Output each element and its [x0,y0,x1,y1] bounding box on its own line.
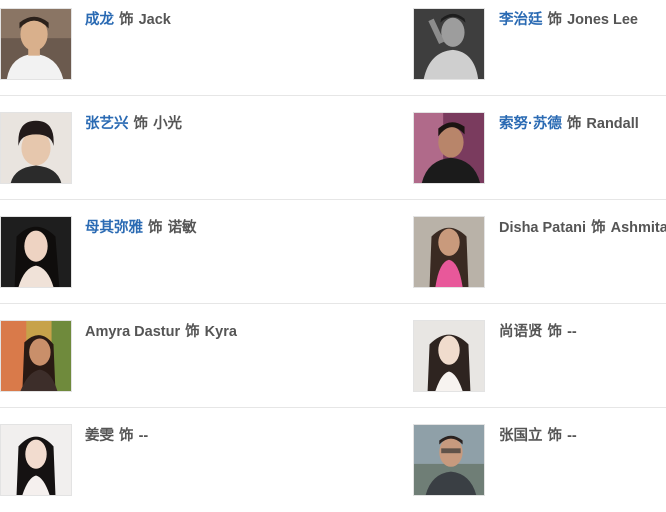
actor-portrait-icon[interactable] [413,216,485,288]
role-name: -- [567,324,577,340]
role-name: Jack [138,12,171,28]
role-connector: 饰 [547,12,563,28]
actor-portrait-icon[interactable] [413,320,485,392]
actor-portrait-icon[interactable] [413,424,485,496]
role-connector: 饰 [133,116,149,132]
actor-name: Amyra Dastur [85,324,181,340]
cast-row: 姜雯 饰 -- 张国立 饰 -- [0,408,666,512]
actor-name: Disha Patani [499,220,587,236]
cast-row: 张艺兴 饰 小光 索努·苏德 饰 Randall [0,96,666,200]
cast-item: 张国立 饰 -- [413,424,666,498]
actor-name: 张国立 [499,428,543,444]
actor-name-link[interactable]: 母其弥雅 [85,220,143,236]
cast-item: 母其弥雅 饰 诺敏 [0,216,400,290]
actor-portrait-icon[interactable] [0,8,72,80]
role-connector: 饰 [148,220,163,236]
cast-info: 索努·苏德 饰 Randall [499,114,639,134]
cast-list: 成龙 饰 Jack 李治廷 饰 Jones Lee 张艺兴 饰 小光 索努·苏德… [0,0,666,500]
cast-info: 姜雯 饰 -- [85,426,148,446]
role-connector: 饰 [547,428,563,444]
actor-name-link[interactable]: 索努·苏德 [499,116,562,132]
cast-item: 尚语贤 饰 -- [413,320,666,394]
cast-item: 张艺兴 饰 小光 [0,112,400,186]
cast-info: 尚语贤 饰 -- [499,322,577,342]
cast-info: 张国立 饰 -- [499,426,577,446]
role-name: Ashmita [610,220,666,236]
actor-portrait-icon[interactable] [0,320,72,392]
cast-row: Amyra Dastur 饰 Kyra 尚语贤 饰 -- [0,304,666,408]
role-name: Kyra [204,324,237,340]
actor-name: 尚语贤 [499,324,543,340]
actor-name: 姜雯 [85,428,114,444]
cast-info: 张艺兴 饰 小光 [85,114,182,134]
cast-item: 姜雯 饰 -- [0,424,400,498]
actor-name-link[interactable]: 成龙 [85,12,114,28]
cast-info: 李治廷 饰 Jones Lee [499,10,638,30]
role-connector: 饰 [119,428,134,444]
role-name: -- [138,428,149,444]
actor-portrait-icon[interactable] [413,8,485,80]
role-name: Randall [586,116,639,132]
cast-row: 成龙 饰 Jack 李治廷 饰 Jones Lee [0,0,666,96]
role-connector: 饰 [591,220,606,236]
cast-info: Amyra Dastur 饰 Kyra [85,322,237,342]
role-connector: 饰 [547,324,563,340]
role-name: 诺敏 [167,220,197,236]
role-connector: 饰 [185,324,200,340]
actor-portrait-icon[interactable] [413,112,485,184]
cast-item: 成龙 饰 Jack [0,8,400,82]
actor-portrait-icon[interactable] [0,112,72,184]
cast-item: Disha Patani 饰 Ashmita [413,216,666,290]
cast-row: 母其弥雅 饰 诺敏 Disha Patani 饰 Ashmita [0,200,666,304]
role-name: Jones Lee [567,12,638,28]
cast-item: 李治廷 饰 Jones Lee [413,8,666,82]
cast-info: 成龙 饰 Jack [85,10,171,30]
actor-name-link[interactable]: 张艺兴 [85,116,129,132]
role-name: -- [567,428,577,444]
role-connector: 饰 [119,12,134,28]
cast-info: 母其弥雅 饰 诺敏 [85,218,197,238]
actor-portrait-icon[interactable] [0,424,72,496]
cast-info: Disha Patani 饰 Ashmita [499,218,666,238]
actor-name-link[interactable]: 李治廷 [499,12,543,28]
role-name: 小光 [153,116,183,132]
role-connector: 饰 [566,116,582,132]
cast-item: 索努·苏德 饰 Randall [413,112,666,186]
cast-item: Amyra Dastur 饰 Kyra [0,320,400,394]
actor-portrait-icon[interactable] [0,216,72,288]
